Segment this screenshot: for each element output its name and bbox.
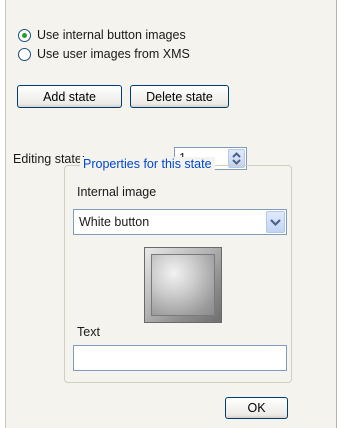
internal-image-select[interactable]: White button xyxy=(73,209,287,235)
text-label: Text xyxy=(77,325,100,339)
delete-state-button[interactable]: Delete state xyxy=(130,85,229,108)
chevron-down-icon[interactable] xyxy=(266,211,285,233)
button-image-face xyxy=(151,254,215,316)
radio-internal-images[interactable]: Use internal button images xyxy=(18,28,186,42)
text-input[interactable] xyxy=(73,345,287,371)
radio-button-selected[interactable] xyxy=(18,28,31,42)
internal-image-label: Internal image xyxy=(77,185,157,199)
radio-dot xyxy=(22,32,27,38)
radio-user-images[interactable]: Use user images from XMS xyxy=(18,47,190,61)
button-image-preview xyxy=(144,247,222,323)
internal-image-value: White button xyxy=(79,215,150,229)
properties-group-title: Properties for this state xyxy=(80,157,215,171)
radio-user-images-label: Use user images from XMS xyxy=(37,47,190,61)
editing-state-label: Editing state: xyxy=(13,152,86,166)
radio-internal-images-label: Use internal button images xyxy=(37,28,186,42)
ok-button[interactable]: OK xyxy=(225,397,288,419)
add-state-button[interactable]: Add state xyxy=(17,85,122,108)
radio-button-unselected[interactable] xyxy=(18,47,31,61)
